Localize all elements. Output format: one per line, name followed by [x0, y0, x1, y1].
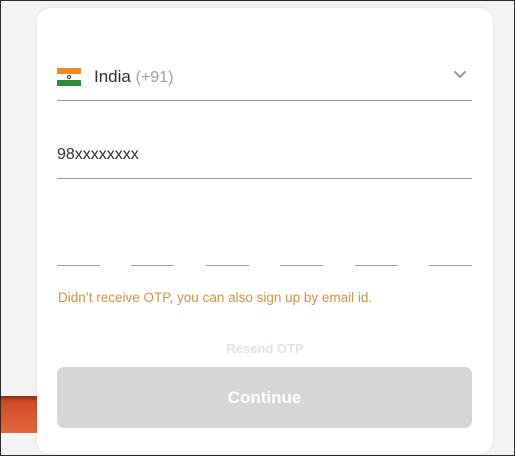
otp-digit-1[interactable]: [57, 230, 100, 266]
background-banner-edge: [1, 396, 38, 433]
india-flag-icon: [57, 68, 81, 86]
country-label: India (+91): [94, 67, 173, 87]
otp-digit-2[interactable]: [131, 230, 175, 266]
resend-otp-link[interactable]: Resend OTP: [37, 341, 493, 356]
country-selector[interactable]: India (+91): [57, 62, 472, 101]
otp-digit-6[interactable]: [428, 230, 472, 266]
otp-digit-3[interactable]: [205, 230, 249, 266]
otp-digit-4[interactable]: [280, 230, 324, 266]
email-signup-hint[interactable]: Didn’t receive OTP, you can also sign up…: [58, 290, 478, 305]
otp-inputs: [57, 230, 472, 266]
chevron-down-icon[interactable]: [452, 66, 468, 82]
otp-digit-5[interactable]: [354, 230, 398, 266]
dial-code: (+91): [135, 69, 174, 86]
phone-number-input[interactable]: [57, 142, 472, 179]
country-name: India: [94, 67, 131, 86]
continue-button[interactable]: Continue: [57, 367, 472, 428]
signup-card: India (+91) Didn’t receive OTP, you can …: [37, 8, 493, 454]
